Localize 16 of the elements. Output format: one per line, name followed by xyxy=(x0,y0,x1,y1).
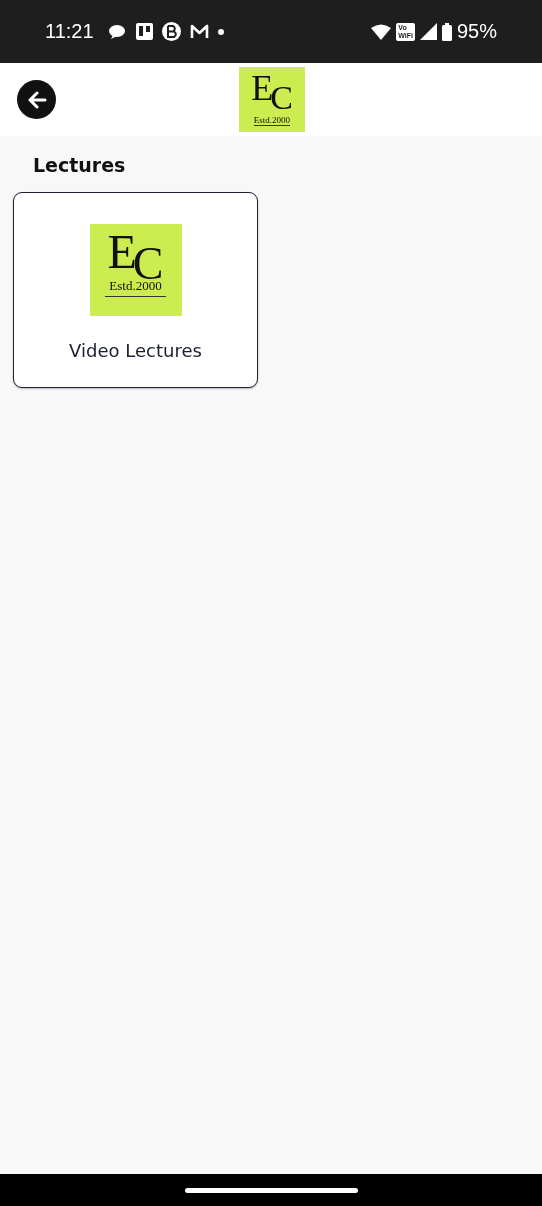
circle-b-icon xyxy=(161,22,181,41)
signal-icon xyxy=(419,23,437,40)
section-title: Lectures xyxy=(33,154,127,176)
card-label: Video Lectures xyxy=(69,340,202,361)
wifi-icon xyxy=(371,23,392,40)
dot-icon xyxy=(217,28,224,35)
back-arrow-icon xyxy=(26,90,47,109)
logo: EC Estd.2000 xyxy=(239,67,305,132)
board-icon xyxy=(135,23,153,40)
mail-m-icon xyxy=(189,24,209,39)
battery-icon xyxy=(441,22,452,41)
home-handle[interactable] xyxy=(184,1187,358,1193)
chat-bubble-icon xyxy=(106,22,127,41)
clock-time: 11:21 xyxy=(45,20,94,43)
battery-percent: 95% xyxy=(456,20,497,43)
back-button[interactable] xyxy=(17,80,56,119)
